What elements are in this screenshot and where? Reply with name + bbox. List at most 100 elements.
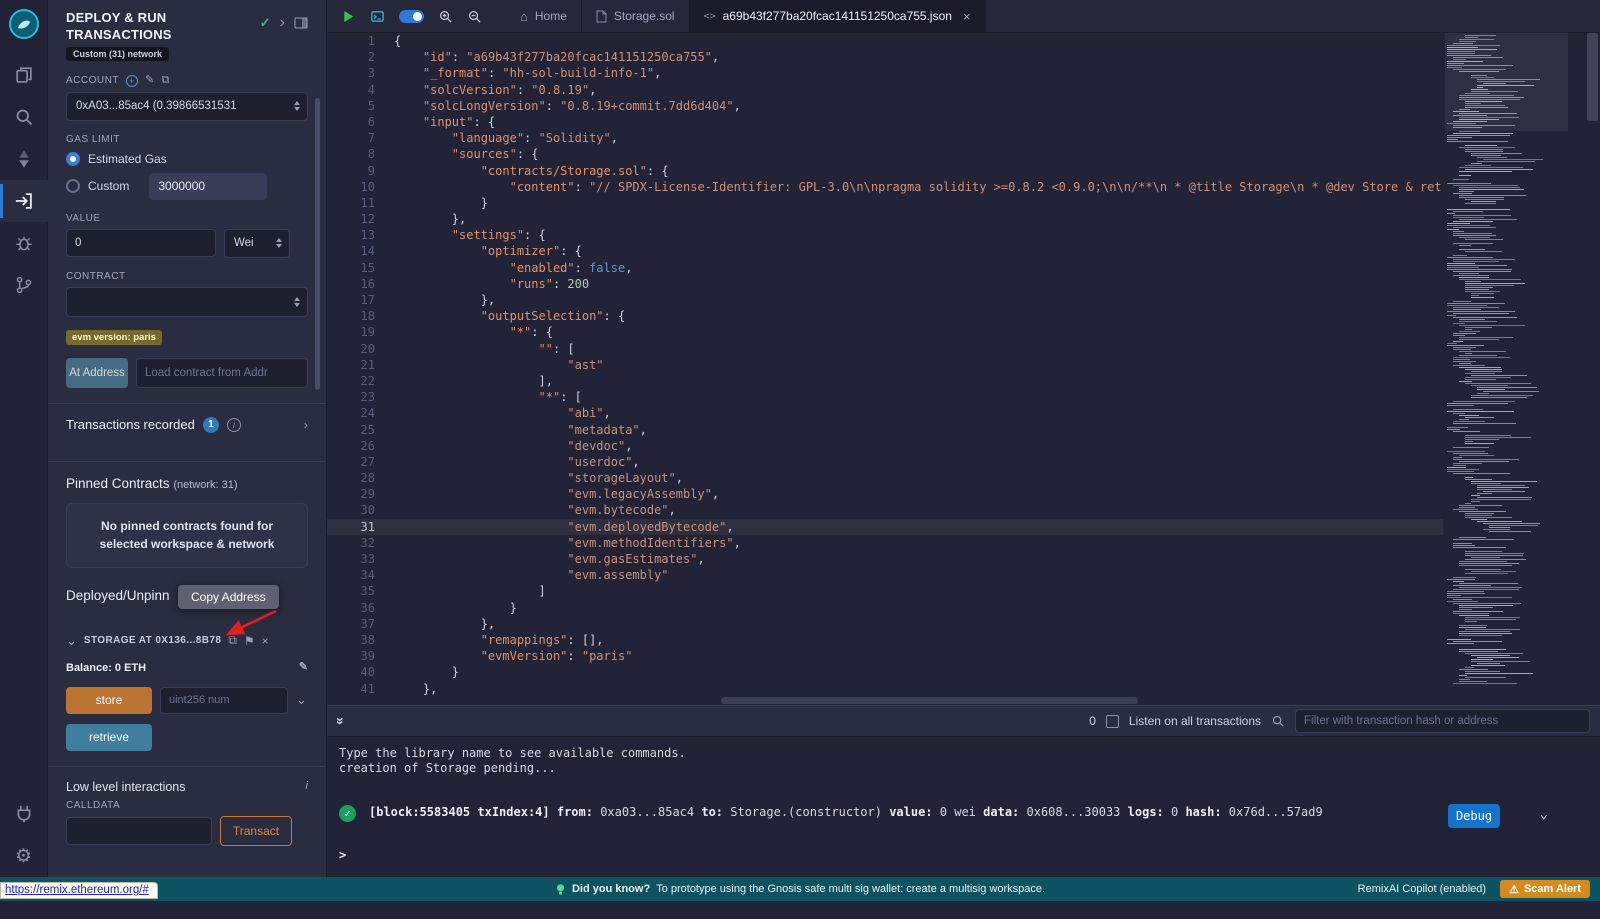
search-icon[interactable] xyxy=(0,96,48,138)
copilot-status[interactable]: RemixAI Copilot (enabled) xyxy=(1358,883,1486,895)
listen-checkbox[interactable] xyxy=(1106,715,1119,728)
expand-transactions-icon[interactable]: › xyxy=(304,417,308,432)
code-line[interactable]: 22 ], xyxy=(327,373,1443,389)
debugger-icon[interactable] xyxy=(0,222,48,264)
code-line[interactable]: 39 "evmVersion": "paris" xyxy=(327,648,1443,664)
solidity-compiler-icon[interactable] xyxy=(0,138,48,180)
code-line[interactable]: 27 "userdoc", xyxy=(327,454,1443,470)
tab-storage-sol[interactable]: Storage.sol xyxy=(582,0,690,32)
code-line[interactable]: 7 "language": "Solidity", xyxy=(327,130,1443,146)
code-line[interactable]: 41 }, xyxy=(327,681,1443,696)
value-input[interactable] xyxy=(66,229,216,257)
tab-build-info-json[interactable]: <> a69b43f277ba20fcac141151250ca755.json… xyxy=(690,0,986,32)
retrieve-function-button[interactable]: retrieve xyxy=(66,724,152,751)
at-address-button[interactable]: At Address xyxy=(66,358,128,388)
zoom-in-icon[interactable] xyxy=(438,9,453,24)
code-line[interactable]: 6 "input": { xyxy=(327,114,1443,130)
remix-logo-icon[interactable] xyxy=(8,8,40,40)
expand-log-icon[interactable]: ⌄ xyxy=(1540,806,1548,822)
edit-balance-icon[interactable]: ✎ xyxy=(299,662,308,673)
expand-args-icon[interactable]: ⌄ xyxy=(296,692,307,708)
value-unit-select[interactable]: Wei xyxy=(224,229,290,258)
close-tab-icon[interactable]: × xyxy=(963,9,971,24)
store-args-input[interactable] xyxy=(160,687,288,714)
account-spinner-icon[interactable] xyxy=(294,101,300,111)
at-address-input[interactable] xyxy=(136,358,308,388)
custom-gas-input[interactable] xyxy=(149,173,267,200)
code-line[interactable]: 9 "contracts/Storage.sol": { xyxy=(327,163,1443,179)
panel-scrollbar[interactable] xyxy=(315,98,320,390)
custom-gas-radio[interactable] xyxy=(66,179,80,193)
filter-input[interactable] xyxy=(1295,709,1590,733)
code-line[interactable]: 28 "storageLayout", xyxy=(327,470,1443,486)
code-line[interactable]: 2 "id": "a69b43f277ba20fcac141151250ca75… xyxy=(327,49,1443,65)
low-level-info-icon[interactable]: i xyxy=(306,781,308,792)
plugin-manager-icon[interactable] xyxy=(0,793,48,835)
edit-account-icon[interactable]: ✎ xyxy=(145,75,155,86)
store-function-button[interactable]: store xyxy=(66,687,152,714)
scam-alert-badge[interactable]: ⚠ Scam Alert xyxy=(1500,880,1590,898)
run-script-icon[interactable] xyxy=(341,9,356,24)
code-line[interactable]: 35 ] xyxy=(327,583,1443,599)
info-icon[interactable]: i xyxy=(227,418,241,432)
estimated-gas-radio[interactable] xyxy=(66,152,80,166)
code-line[interactable]: 23 "*": [ xyxy=(327,389,1443,405)
code-line[interactable]: 31 "evm.deployedBytecode", xyxy=(327,519,1443,535)
debug-button[interactable]: Debug xyxy=(1448,804,1500,828)
code-line[interactable]: 10 "content": "// SPDX-License-Identifie… xyxy=(327,179,1443,195)
contract-select[interactable] xyxy=(66,287,308,317)
pin-panel-icon[interactable] xyxy=(294,17,308,29)
code-line[interactable]: 37 }, xyxy=(327,616,1443,632)
code-line[interactable]: 8 "sources": { xyxy=(327,146,1443,162)
code-line[interactable]: 14 "optimizer": { xyxy=(327,243,1443,259)
collapse-contract-icon[interactable]: ⌄ xyxy=(66,633,77,649)
code-line[interactable]: 20 "": [ xyxy=(327,341,1443,357)
calldata-input[interactable] xyxy=(66,817,212,845)
settings-gear-icon[interactable]: ⚙ xyxy=(0,835,48,877)
code-line[interactable]: 5 "solcLongVersion": "0.8.19+commit.7dd6… xyxy=(327,98,1443,114)
code-line[interactable]: 25 "metadata", xyxy=(327,422,1443,438)
code-line[interactable]: 12 }, xyxy=(327,211,1443,227)
code-line[interactable]: 11 } xyxy=(327,195,1443,211)
terminal-prompt[interactable]: > xyxy=(339,848,1600,862)
editor-horizontal-scrollbar[interactable] xyxy=(721,697,1440,704)
code-line[interactable]: 32 "evm.methodIdentifiers", xyxy=(327,535,1443,551)
code-line[interactable]: 26 "devdoc", xyxy=(327,438,1443,454)
transaction-log-row[interactable]: ✓ [block:5583405 txIndex:4] from: 0xa03.… xyxy=(339,804,1600,822)
code-line[interactable]: 38 "remappings": [], xyxy=(327,632,1443,648)
editor-vertical-scrollbar[interactable] xyxy=(1587,33,1598,693)
code-line[interactable]: 18 "outputSelection": { xyxy=(327,308,1443,324)
scenario-check-icon[interactable]: ✓ xyxy=(260,15,271,31)
code-line[interactable]: 16 "runs": 200 xyxy=(327,276,1443,292)
deploy-run-icon[interactable] xyxy=(0,180,48,222)
code-line[interactable]: 13 "settings": { xyxy=(327,227,1443,243)
source-control-icon[interactable] xyxy=(0,264,48,306)
code-line[interactable]: 3 "_format": "hh-sol-build-info-1", xyxy=(327,65,1443,81)
code-line[interactable]: 33 "evm.gasEstimates", xyxy=(327,551,1443,567)
transact-button[interactable]: Transact xyxy=(220,816,292,846)
code-line[interactable]: 15 "enabled": false, xyxy=(327,260,1443,276)
code-line[interactable]: 17 }, xyxy=(327,292,1443,308)
file-explorer-icon[interactable] xyxy=(0,54,48,96)
code-line[interactable]: 19 "*": { xyxy=(327,324,1443,340)
code-line[interactable]: 1{ xyxy=(327,33,1443,49)
copy-account-icon[interactable]: ⧉ xyxy=(162,75,170,86)
editor-code[interactable]: 1{2 "id": "a69b43f277ba20fcac141151250ca… xyxy=(327,33,1443,695)
tab-home[interactable]: ⌂ Home xyxy=(506,0,582,32)
code-line[interactable]: 21 "ast" xyxy=(327,357,1443,373)
add-account-icon[interactable]: + xyxy=(126,75,138,87)
unit-spinner-icon[interactable] xyxy=(276,238,282,248)
script-config-icon[interactable] xyxy=(370,9,385,24)
minimap[interactable] xyxy=(1445,33,1568,693)
code-line[interactable]: 36 } xyxy=(327,600,1443,616)
expand-panel-icon[interactable]: › xyxy=(280,14,285,32)
contract-spinner-icon[interactable] xyxy=(294,297,300,307)
account-select[interactable]: 0xA03...85ac4 (0.39866531531 xyxy=(66,92,308,121)
code-line[interactable]: 29 "evm.legacyAssembly", xyxy=(327,486,1443,502)
code-line[interactable]: 34 "evm.assembly" xyxy=(327,567,1443,583)
editor-toggle[interactable] xyxy=(399,10,424,23)
code-line[interactable]: 40 } xyxy=(327,664,1443,680)
code-line[interactable]: 24 "abi", xyxy=(327,405,1443,421)
zoom-out-icon[interactable] xyxy=(467,9,482,24)
code-line[interactable]: 4 "solcVersion": "0.8.19", xyxy=(327,82,1443,98)
